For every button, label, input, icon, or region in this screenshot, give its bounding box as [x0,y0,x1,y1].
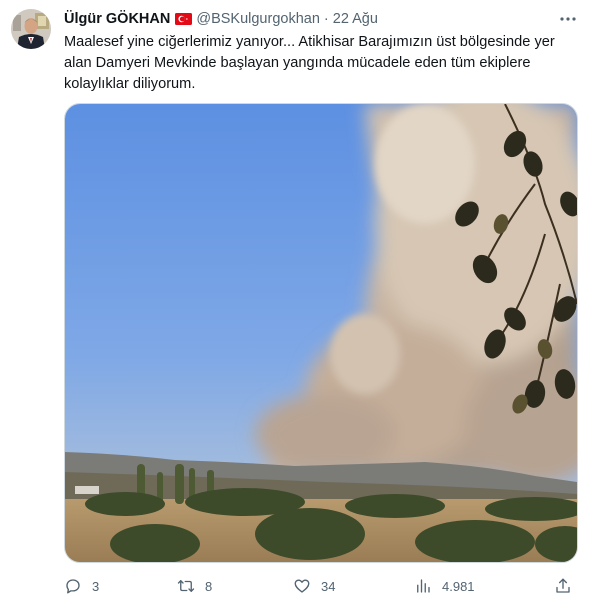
tweet-actions-bar: 3 8 34 4.981 [64,575,579,597]
views-button[interactable]: 4.981 [414,575,475,597]
heart-icon [294,579,310,593]
more-dots-icon [560,17,576,21]
views-count: 4.981 [442,578,475,594]
tweet-header: Ülgür GÖKHAN @BSKulgurgokhan · 22 Ağu [64,9,378,29]
wildfire-smoke-photo [65,104,577,562]
share-icon [556,578,570,593]
like-count: 34 [321,578,336,594]
share-button[interactable] [554,575,572,597]
profile-photo [11,9,51,49]
reply-button[interactable]: 3 [64,575,99,597]
author-name[interactable]: Ülgür GÖKHAN [64,11,170,27]
views-chart-icon [417,579,430,593]
separator-dot: · [323,11,329,27]
retweet-button[interactable]: 8 [177,575,212,597]
tweet-text: Maalesef yine ciğerlerimiz yanıyor... At… [64,34,555,92]
reply-count: 3 [92,578,100,594]
author-handle[interactable]: @BSKulgurgokhan [196,11,320,27]
retweet-icon [177,580,195,592]
avatar[interactable] [11,9,51,49]
more-options-button[interactable] [557,10,579,28]
reply-icon [66,579,80,594]
tweet-image[interactable] [64,103,578,563]
timestamp[interactable]: 22 Ağu [333,11,378,27]
retweet-count: 8 [205,578,213,594]
like-button[interactable]: 34 [293,575,335,597]
turkey-flag-icon [175,13,193,25]
tweet-card: Ülgür GÖKHAN @BSKulgurgokhan · 22 Ağu Ma… [0,0,591,606]
